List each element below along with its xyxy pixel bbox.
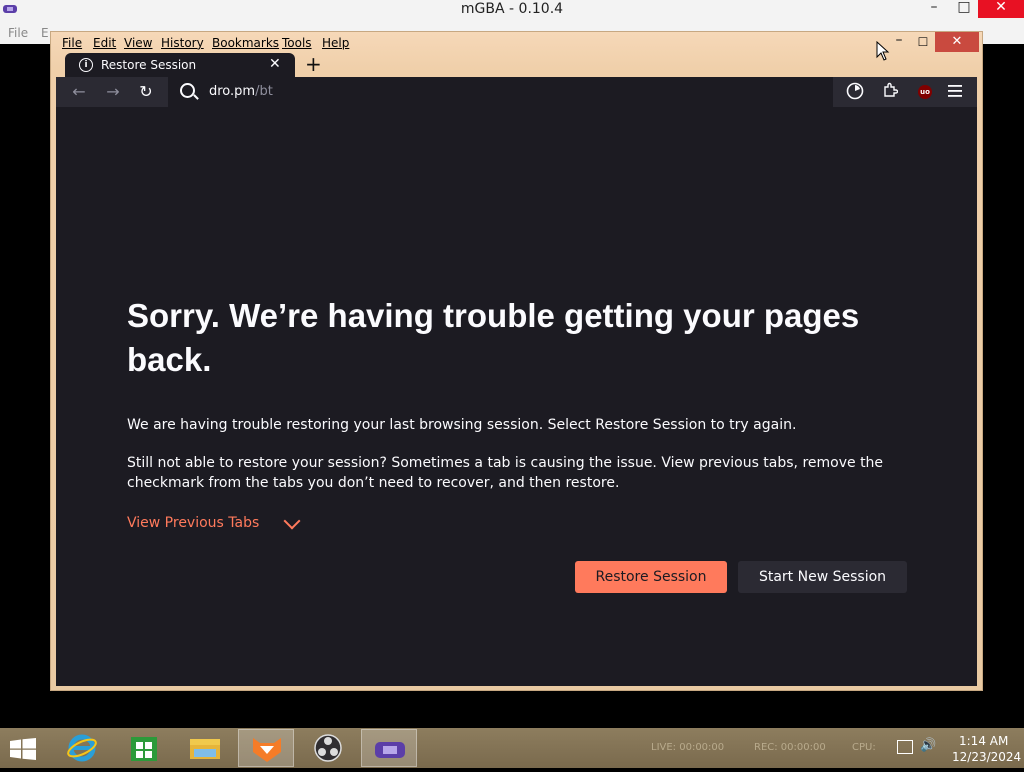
reload-icon[interactable]: ↻: [135, 81, 157, 103]
menu-bookmarks[interactable]: Bookmarks: [212, 36, 279, 50]
firefox-maximize-button[interactable]: ☐: [913, 36, 933, 50]
navigation-toolbar: ← → ↻ dro.pm/bt uo: [56, 77, 977, 107]
obs-live-status: LIVE: 00:00:00: [651, 742, 725, 753]
menu-emulation[interactable]: E: [41, 26, 49, 40]
url-text[interactable]: dro.pm/bt: [209, 84, 273, 99]
menu-edit[interactable]: Edit: [93, 36, 116, 50]
forward-arrow-icon[interactable]: →: [102, 81, 124, 103]
mgba-titlebar: mGBA - 0.10.4 – □ ✕: [0, 0, 1024, 23]
menu-tools[interactable]: Tools: [282, 36, 312, 50]
error-description-secondary: Still not able to restore your session? …: [127, 455, 884, 491]
maximize-button[interactable]: □: [949, 0, 979, 18]
firefox-close-button[interactable]: ✕: [935, 32, 979, 52]
clock-time[interactable]: 1:14 AM: [959, 734, 1008, 748]
error-description: We are having trouble restoring your las…: [127, 417, 797, 433]
page-title: Sorry. We’re having trouble getting your…: [127, 297, 860, 378]
menu-help[interactable]: Help: [322, 36, 349, 50]
view-previous-tabs-link[interactable]: View Previous Tabs: [127, 515, 259, 531]
cpu-status: CPU:: [852, 742, 876, 753]
obs-rec-status: REC: 00:00:00: [754, 742, 826, 753]
timer-icon[interactable]: [845, 82, 865, 102]
firefox-taskbar-icon[interactable]: [238, 729, 294, 767]
new-tab-button[interactable]: +: [305, 54, 322, 74]
close-button[interactable]: ✕: [978, 0, 1024, 18]
file-explorer-icon[interactable]: [177, 729, 233, 767]
volume-icon[interactable]: 🔊: [920, 738, 936, 753]
internet-explorer-icon[interactable]: [54, 729, 110, 767]
store-icon[interactable]: [116, 729, 172, 767]
tab-title: Restore Session: [101, 58, 197, 72]
obs-icon[interactable]: [300, 729, 356, 767]
windows-start-icon[interactable]: [10, 738, 36, 760]
url-bar[interactable]: dro.pm/bt: [168, 77, 833, 107]
search-icon: [180, 83, 195, 98]
page-content: Sorry. We’re having trouble getting your…: [56, 107, 977, 686]
extensions-puzzle-icon[interactable]: [880, 82, 900, 102]
restore-session-button[interactable]: Restore Session: [575, 561, 727, 593]
menu-view[interactable]: View: [124, 36, 152, 50]
network-icon[interactable]: [897, 740, 913, 754]
firefox-window: File Edit View History Bookmarks Tools H…: [50, 31, 983, 691]
menu-history[interactable]: History: [161, 36, 204, 50]
url-path: /bt: [255, 84, 273, 99]
minimize-button[interactable]: –: [919, 0, 949, 18]
url-host: dro.pm: [209, 84, 256, 99]
back-arrow-icon[interactable]: ←: [68, 81, 90, 103]
mgba-taskbar-icon[interactable]: [361, 729, 417, 767]
taskbar: LIVE: 00:00:00 REC: 00:00:00 CPU: 🔊 1:14…: [0, 728, 1024, 768]
start-new-session-button[interactable]: Start New Session: [738, 561, 907, 593]
chevron-down-icon[interactable]: [283, 512, 301, 530]
tab-close-icon[interactable]: ✕: [269, 56, 281, 72]
clock-date[interactable]: 12/23/2024: [952, 750, 1021, 764]
hamburger-menu-icon[interactable]: [945, 82, 965, 102]
menu-file[interactable]: File: [62, 36, 82, 50]
tab-restore-session[interactable]: i Restore Session ✕: [65, 53, 295, 78]
firefox-minimize-button[interactable]: –: [889, 33, 909, 50]
window-title: mGBA - 0.10.4: [460, 1, 564, 17]
info-icon: i: [79, 58, 93, 72]
menu-file[interactable]: File: [8, 26, 28, 40]
ublock-origin-icon[interactable]: uo: [918, 85, 932, 99]
firefox-menubar: File Edit View History Bookmarks Tools H…: [51, 32, 982, 54]
mouse-cursor-icon: [876, 41, 890, 61]
